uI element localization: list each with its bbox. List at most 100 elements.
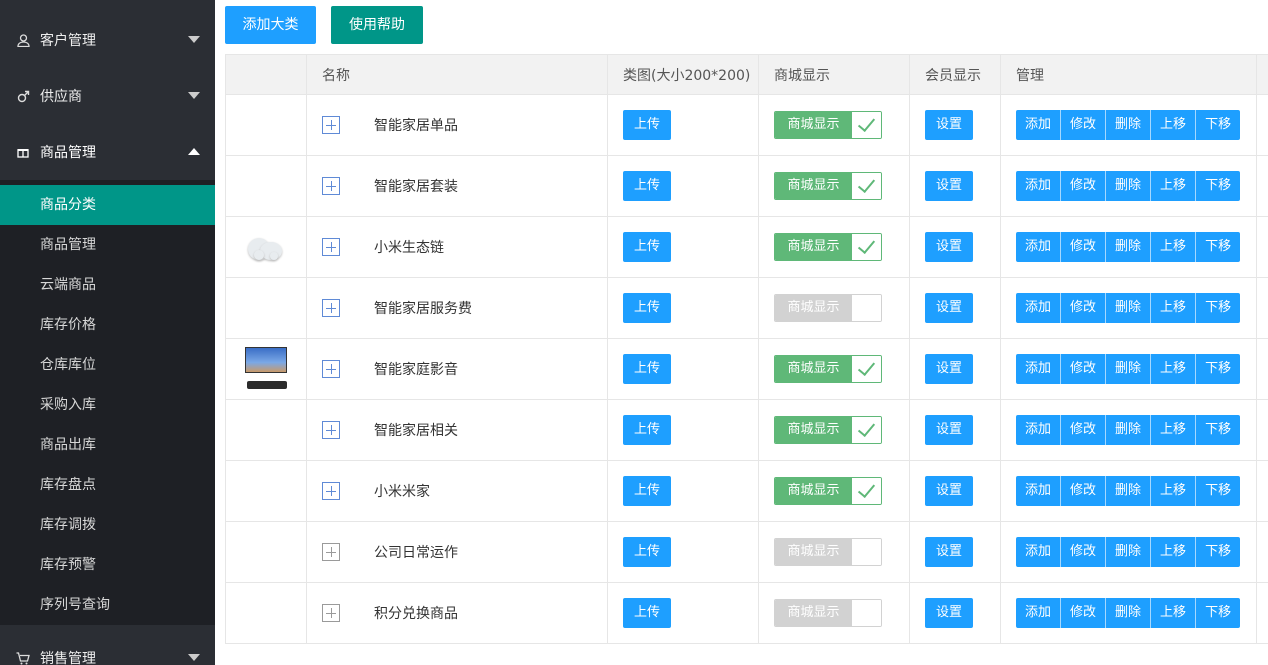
move-up-button[interactable]: 上移 [1150,293,1196,323]
mall-display-checkbox[interactable]: 商城显示 [774,477,882,505]
edit-button[interactable]: 修改 [1060,232,1106,262]
expand-plus-icon[interactable] [322,604,340,622]
delete-button[interactable]: 删除 [1105,415,1151,445]
move-up-button[interactable]: 上移 [1150,476,1196,506]
edit-button[interactable]: 修改 [1060,171,1106,201]
add-button[interactable]: 添加 [1016,293,1061,323]
menu-group-sales[interactable]: 销售管理 [0,630,215,665]
move-up-button[interactable]: 上移 [1150,354,1196,384]
move-up-button[interactable]: 上移 [1150,415,1196,445]
move-up-button[interactable]: 上移 [1150,171,1196,201]
delete-button[interactable]: 删除 [1105,293,1151,323]
settings-button[interactable]: 设置 [925,476,974,506]
mall-display-checkbox[interactable]: 商城显示 [774,599,882,627]
sidebar-item-stock-price[interactable]: 库存价格 [0,305,215,345]
upload-button[interactable]: 上传 [623,110,672,140]
upload-button[interactable]: 上传 [623,537,672,567]
expand-plus-icon[interactable] [322,543,340,561]
move-up-button[interactable]: 上移 [1150,110,1196,140]
upload-button[interactable]: 上传 [623,171,672,201]
sidebar-item-serial-query[interactable]: 序列号查询 [0,585,215,625]
expand-plus-icon[interactable] [322,360,340,378]
settings-button[interactable]: 设置 [925,110,974,140]
upload-button[interactable]: 上传 [623,354,672,384]
help-button[interactable]: 使用帮助 [331,6,423,44]
menu-group-supplier[interactable]: 供应商 [0,68,215,124]
edit-button[interactable]: 修改 [1060,415,1106,445]
expand-plus-icon[interactable] [322,421,340,439]
move-down-button[interactable]: 下移 [1195,537,1241,567]
delete-button[interactable]: 删除 [1105,537,1151,567]
settings-button[interactable]: 设置 [925,171,974,201]
move-down-button[interactable]: 下移 [1195,232,1241,262]
move-up-button[interactable]: 上移 [1150,537,1196,567]
edit-button[interactable]: 修改 [1060,598,1106,628]
edit-button[interactable]: 修改 [1060,476,1106,506]
add-button[interactable]: 添加 [1016,354,1061,384]
delete-button[interactable]: 删除 [1105,110,1151,140]
settings-button[interactable]: 设置 [925,598,974,628]
edit-button[interactable]: 修改 [1060,293,1106,323]
move-down-button[interactable]: 下移 [1195,354,1241,384]
add-button[interactable]: 添加 [1016,110,1061,140]
mall-display-label: 商城显示 [775,478,852,504]
move-up-button[interactable]: 上移 [1150,598,1196,628]
mall-display-checkbox[interactable]: 商城显示 [774,233,882,261]
edit-button[interactable]: 修改 [1060,537,1106,567]
column-header-image [225,54,307,95]
add-button[interactable]: 添加 [1016,232,1061,262]
expand-plus-icon[interactable] [322,482,340,500]
upload-button[interactable]: 上传 [623,293,672,323]
mall-display-checkbox[interactable]: 商城显示 [774,538,882,566]
sidebar-item-product-management[interactable]: 商品管理 [0,225,215,265]
add-button[interactable]: 添加 [1016,537,1061,567]
delete-button[interactable]: 删除 [1105,476,1151,506]
sidebar-item-warehouse-location[interactable]: 仓库库位 [0,345,215,385]
upload-button[interactable]: 上传 [623,598,672,628]
expand-plus-icon[interactable] [322,238,340,256]
upload-button[interactable]: 上传 [623,476,672,506]
sidebar-item-stock-warning[interactable]: 库存预警 [0,545,215,585]
settings-button[interactable]: 设置 [925,293,974,323]
add-button[interactable]: 添加 [1016,171,1061,201]
sidebar-item-purchase-inbound[interactable]: 采购入库 [0,385,215,425]
sidebar-item-product-outbound[interactable]: 商品出库 [0,425,215,465]
sidebar-item-cloud-products[interactable]: 云端商品 [0,265,215,305]
settings-button[interactable]: 设置 [925,537,974,567]
mall-display-checkbox[interactable]: 商城显示 [774,294,882,322]
edit-button[interactable]: 修改 [1060,354,1106,384]
mall-display-checkbox[interactable]: 商城显示 [774,172,882,200]
upload-button[interactable]: 上传 [623,415,672,445]
settings-button[interactable]: 设置 [925,415,974,445]
expand-plus-icon[interactable] [322,177,340,195]
add-button[interactable]: 添加 [1016,415,1061,445]
menu-group-product[interactable]: 商品管理 [0,124,215,180]
move-up-button[interactable]: 上移 [1150,232,1196,262]
edit-button[interactable]: 修改 [1060,110,1106,140]
add-button[interactable]: 添加 [1016,476,1061,506]
expand-plus-icon[interactable] [322,116,340,134]
move-down-button[interactable]: 下移 [1195,598,1241,628]
delete-button[interactable]: 删除 [1105,598,1151,628]
menu-group-customer[interactable]: 客户管理 [0,12,215,68]
mall-display-checkbox[interactable]: 商城显示 [774,355,882,383]
move-down-button[interactable]: 下移 [1195,415,1241,445]
add-category-button[interactable]: 添加大类 [225,6,316,44]
move-down-button[interactable]: 下移 [1195,171,1241,201]
upload-button[interactable]: 上传 [623,232,672,262]
sidebar-item-product-category[interactable]: 商品分类 [0,185,215,225]
mall-display-checkbox[interactable]: 商城显示 [774,416,882,444]
delete-button[interactable]: 删除 [1105,232,1151,262]
delete-button[interactable]: 删除 [1105,171,1151,201]
move-down-button[interactable]: 下移 [1195,293,1241,323]
sidebar-item-stock-transfer[interactable]: 库存调拨 [0,505,215,545]
settings-button[interactable]: 设置 [925,232,974,262]
delete-button[interactable]: 删除 [1105,354,1151,384]
mall-display-checkbox[interactable]: 商城显示 [774,111,882,139]
sidebar-item-stock-check[interactable]: 库存盘点 [0,465,215,505]
add-button[interactable]: 添加 [1016,598,1061,628]
move-down-button[interactable]: 下移 [1195,476,1241,506]
move-down-button[interactable]: 下移 [1195,110,1241,140]
settings-button[interactable]: 设置 [925,354,974,384]
expand-plus-icon[interactable] [322,299,340,317]
